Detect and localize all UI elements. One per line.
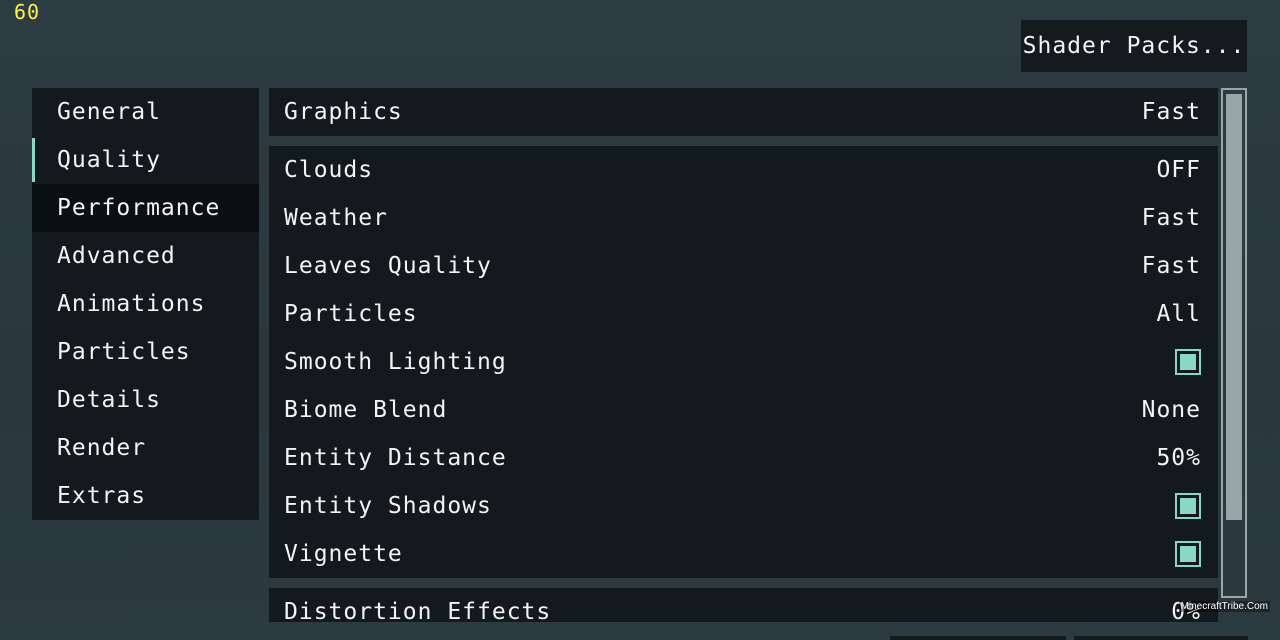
category-sidebar: General Quality Performance Advanced Ani…	[32, 88, 259, 520]
scrollbar-thumb[interactable]	[1226, 94, 1242, 520]
option-value: 50%	[1156, 445, 1201, 471]
option-value: Fast	[1141, 253, 1201, 279]
option-label: Clouds	[284, 157, 374, 183]
option-row-entity-distance[interactable]: Entity Distance 50%	[269, 434, 1218, 482]
option-group-effects: Distortion Effects 0%	[269, 588, 1218, 622]
sidebar-item-advanced[interactable]: Advanced	[32, 232, 259, 280]
option-row-smooth-lighting[interactable]: Smooth Lighting	[269, 338, 1218, 386]
sidebar-item-particles[interactable]: Particles	[32, 328, 259, 376]
sidebar-item-quality[interactable]: Quality	[32, 136, 259, 184]
sidebar-item-performance[interactable]: Performance	[32, 184, 259, 232]
option-value: Fast	[1141, 205, 1201, 231]
options-screen: 60 Shader Packs... General Quality Perfo…	[0, 0, 1280, 640]
option-value: None	[1141, 397, 1201, 423]
sidebar-item-general[interactable]: General	[32, 88, 259, 136]
option-value: Fast	[1141, 99, 1201, 125]
shader-packs-button[interactable]: Shader Packs...	[1021, 20, 1247, 72]
option-row-vignette[interactable]: Vignette	[269, 530, 1218, 578]
smooth-lighting-checkbox[interactable]	[1175, 349, 1201, 375]
checkbox-fill	[1180, 498, 1196, 514]
option-label: Smooth Lighting	[284, 349, 507, 375]
option-label: Graphics	[284, 99, 403, 125]
option-value: OFF	[1156, 157, 1201, 183]
option-row-graphics[interactable]: Graphics Fast	[269, 88, 1218, 136]
option-label: Particles	[284, 301, 418, 327]
sidebar-item-animations[interactable]: Animations	[32, 280, 259, 328]
option-row-distortion-effects[interactable]: Distortion Effects 0%	[269, 588, 1218, 622]
fps-counter: 60	[14, 0, 41, 24]
option-group-details: Clouds OFF Weather Fast Leaves Quality F…	[269, 146, 1218, 578]
option-label: Entity Distance	[284, 445, 507, 471]
option-row-weather[interactable]: Weather Fast	[269, 194, 1218, 242]
entity-shadows-checkbox[interactable]	[1175, 493, 1201, 519]
option-row-biome-blend[interactable]: Biome Blend None	[269, 386, 1218, 434]
vignette-checkbox[interactable]	[1175, 541, 1201, 567]
option-label: Distortion Effects	[284, 599, 552, 622]
option-label: Weather	[284, 205, 388, 231]
option-value: All	[1156, 301, 1201, 327]
sidebar-item-extras[interactable]: Extras	[32, 472, 259, 520]
option-row-clouds[interactable]: Clouds OFF	[269, 146, 1218, 194]
watermark-text: MinecraftTribe.Com	[1178, 601, 1270, 612]
sidebar-item-render[interactable]: Render	[32, 424, 259, 472]
option-label: Leaves Quality	[284, 253, 492, 279]
option-label: Biome Blend	[284, 397, 448, 423]
checkbox-fill	[1180, 354, 1196, 370]
option-row-entity-shadows[interactable]: Entity Shadows	[269, 482, 1218, 530]
checkbox-fill	[1180, 546, 1196, 562]
option-row-particles[interactable]: Particles All	[269, 290, 1218, 338]
sidebar-item-details[interactable]: Details	[32, 376, 259, 424]
option-group-graphics: Graphics Fast	[269, 88, 1218, 136]
option-row-leaves-quality[interactable]: Leaves Quality Fast	[269, 242, 1218, 290]
bottom-button-partial[interactable]	[890, 636, 1066, 640]
option-label: Vignette	[284, 541, 403, 567]
option-label: Entity Shadows	[284, 493, 492, 519]
bottom-button-partial[interactable]	[1074, 636, 1248, 640]
